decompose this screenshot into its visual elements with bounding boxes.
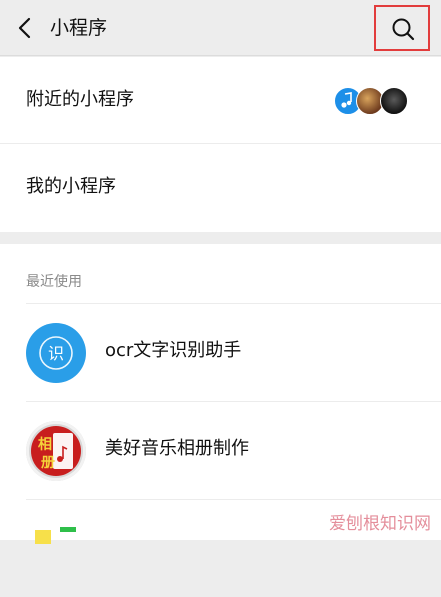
search-icon (392, 18, 415, 41)
recent-card: 最近使用 识 ocr文字识别助手 相 册 美好音乐相册制作 (0, 244, 441, 544)
recent-section-label: 最近使用 (26, 274, 82, 290)
album-icon-glyph-bottom: 册 (41, 455, 55, 471)
partial-app-icon (35, 527, 76, 544)
my-miniprograms-row[interactable]: 我的小程序 (0, 144, 441, 231)
miniprogram-menu-card: 附近的小程序 我的小程序 (0, 57, 441, 232)
app-name: ocr文字识别助手 (105, 340, 242, 361)
chevron-left-icon (18, 17, 31, 39)
nearby-label: 附近的小程序 (26, 89, 134, 110)
nearby-avatars (334, 87, 410, 117)
ocr-icon-glyph: 识 (48, 344, 64, 363)
avatar (380, 87, 408, 115)
list-item[interactable]: 相 册 美好音乐相册制作 (0, 402, 441, 499)
app-name: 美好音乐相册制作 (105, 438, 249, 459)
nearby-miniprograms-row[interactable]: 附近的小程序 (0, 57, 441, 144)
list-item[interactable]: 识 ocr文字识别助手 (0, 304, 441, 401)
back-button[interactable] (12, 13, 40, 43)
album-icon-glyph-top: 相 (38, 436, 52, 453)
page-title: 小程序 (50, 17, 108, 39)
music-album-icon: 相 册 (26, 421, 86, 481)
mine-label: 我的小程序 (26, 176, 116, 197)
watermark: 爱刨根知识网 (329, 514, 431, 534)
top-bar: 小程序 (0, 0, 441, 56)
search-button[interactable] (374, 5, 430, 51)
ocr-icon: 识 (26, 323, 86, 383)
